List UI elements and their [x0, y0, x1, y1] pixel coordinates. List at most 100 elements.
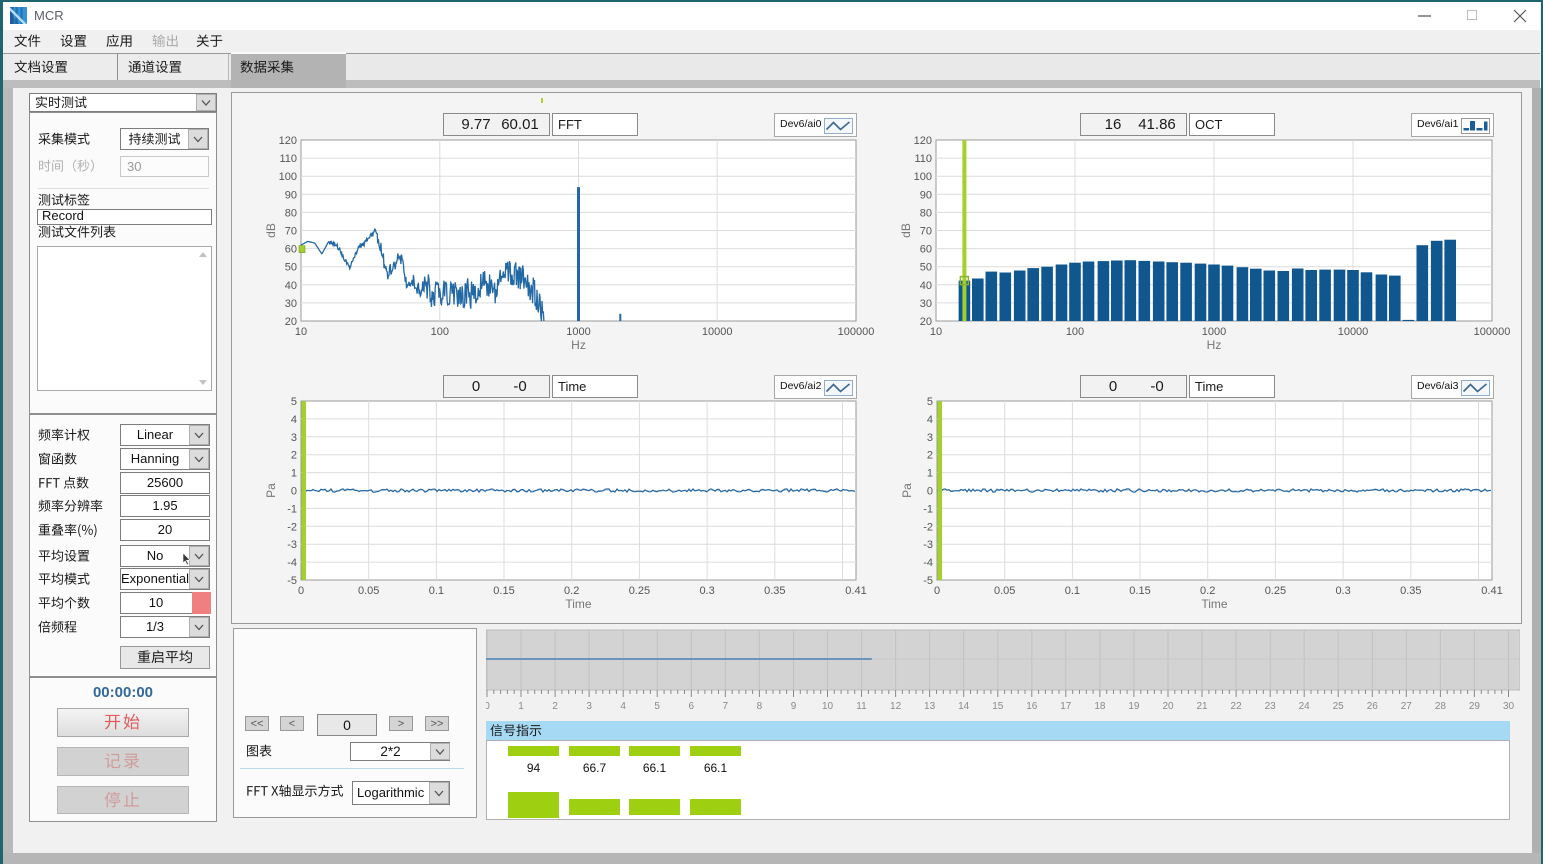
svg-text:0.41: 0.41 — [845, 585, 866, 597]
svg-text:9: 9 — [791, 701, 797, 712]
svg-text:4: 4 — [620, 701, 626, 712]
svg-text:10: 10 — [295, 326, 307, 338]
svg-text:Pa: Pa — [264, 483, 278, 498]
svg-text:80: 80 — [285, 207, 297, 219]
svg-text:1: 1 — [518, 701, 524, 712]
svg-text:-2: -2 — [287, 521, 297, 533]
svg-text:5: 5 — [654, 701, 660, 712]
svg-text:0.05: 0.05 — [358, 585, 379, 597]
svg-text:0.3: 0.3 — [699, 585, 714, 597]
svg-text:100000: 100000 — [1474, 326, 1511, 338]
svg-text:24: 24 — [1299, 701, 1311, 712]
svg-text:60: 60 — [285, 244, 297, 256]
svg-text:12: 12 — [890, 701, 902, 712]
svg-text:14: 14 — [958, 701, 970, 712]
svg-text:0: 0 — [934, 585, 940, 597]
svg-text:0.1: 0.1 — [429, 585, 444, 597]
svg-text:Time: Time — [1201, 597, 1228, 611]
svg-text:2: 2 — [927, 450, 933, 462]
svg-text:50: 50 — [920, 262, 932, 274]
svg-text:11: 11 — [856, 701, 867, 712]
svg-text:28: 28 — [1435, 701, 1447, 712]
svg-text:Hz: Hz — [571, 338, 586, 352]
svg-text:3: 3 — [291, 432, 297, 444]
svg-text:0.2: 0.2 — [564, 585, 579, 597]
svg-text:5: 5 — [291, 396, 297, 408]
svg-text:-3: -3 — [287, 539, 297, 551]
svg-text:0.25: 0.25 — [629, 585, 650, 597]
svg-text:0.41: 0.41 — [1481, 585, 1502, 597]
svg-text:50: 50 — [285, 262, 297, 274]
svg-text:80: 80 — [920, 207, 932, 219]
svg-text:100: 100 — [279, 171, 297, 183]
svg-text:3: 3 — [586, 701, 592, 712]
svg-text:100: 100 — [1066, 326, 1084, 338]
svg-text:1000: 1000 — [1202, 326, 1226, 338]
svg-text:-1: -1 — [287, 503, 297, 515]
svg-text:0.35: 0.35 — [1400, 585, 1421, 597]
svg-text:0.2: 0.2 — [1200, 585, 1215, 597]
svg-text:40: 40 — [920, 280, 932, 292]
svg-text:30: 30 — [1503, 701, 1515, 712]
svg-text:10: 10 — [822, 701, 834, 712]
svg-text:3: 3 — [927, 432, 933, 444]
svg-text:dB: dB — [899, 223, 913, 238]
svg-text:16: 16 — [1026, 701, 1038, 712]
svg-text:0: 0 — [486, 701, 490, 712]
svg-text:0.3: 0.3 — [1335, 585, 1350, 597]
svg-text:26: 26 — [1367, 701, 1379, 712]
svg-text:90: 90 — [285, 189, 297, 201]
svg-text:0.05: 0.05 — [994, 585, 1015, 597]
svg-text:0: 0 — [291, 486, 297, 498]
svg-text:1: 1 — [291, 468, 297, 480]
svg-text:100000: 100000 — [838, 326, 875, 338]
svg-text:0.25: 0.25 — [1265, 585, 1286, 597]
svg-text:dB: dB — [264, 223, 278, 238]
svg-text:-5: -5 — [923, 575, 933, 587]
svg-text:0.35: 0.35 — [764, 585, 785, 597]
svg-text:27: 27 — [1401, 701, 1413, 712]
svg-text:4: 4 — [291, 414, 297, 426]
svg-text:-4: -4 — [287, 557, 297, 569]
svg-text:0: 0 — [298, 585, 304, 597]
svg-text:7: 7 — [723, 701, 729, 712]
svg-text:70: 70 — [285, 226, 297, 238]
svg-text:110: 110 — [914, 153, 932, 165]
svg-text:13: 13 — [924, 701, 936, 712]
svg-text:4: 4 — [927, 414, 933, 426]
svg-text:1: 1 — [927, 468, 933, 480]
svg-text:18: 18 — [1094, 701, 1106, 712]
svg-text:0.15: 0.15 — [493, 585, 514, 597]
svg-text:120: 120 — [279, 135, 297, 147]
svg-text:-5: -5 — [287, 575, 297, 587]
svg-text:8: 8 — [757, 701, 763, 712]
svg-text:29: 29 — [1469, 701, 1481, 712]
svg-text:10000: 10000 — [702, 326, 733, 338]
svg-text:2: 2 — [291, 450, 297, 462]
svg-text:-4: -4 — [923, 557, 933, 569]
svg-text:6: 6 — [689, 701, 695, 712]
svg-text:1000: 1000 — [566, 326, 590, 338]
svg-text:110: 110 — [279, 153, 297, 165]
svg-text:60: 60 — [920, 244, 932, 256]
svg-text:120: 120 — [914, 135, 932, 147]
svg-text:-3: -3 — [923, 539, 933, 551]
svg-text:10: 10 — [930, 326, 942, 338]
svg-text:0: 0 — [927, 486, 933, 498]
svg-text:30: 30 — [920, 298, 932, 310]
svg-text:15: 15 — [992, 701, 1004, 712]
svg-text:22: 22 — [1231, 701, 1243, 712]
svg-text:Hz: Hz — [1207, 338, 1222, 352]
svg-text:Pa: Pa — [900, 483, 914, 498]
svg-text:30: 30 — [285, 298, 297, 310]
svg-text:70: 70 — [920, 226, 932, 238]
svg-text:0.15: 0.15 — [1129, 585, 1150, 597]
svg-text:40: 40 — [285, 280, 297, 292]
svg-text:0.1: 0.1 — [1065, 585, 1080, 597]
svg-text:19: 19 — [1128, 701, 1140, 712]
svg-text:20: 20 — [1162, 701, 1174, 712]
svg-text:25: 25 — [1333, 701, 1345, 712]
svg-text:2: 2 — [552, 701, 558, 712]
svg-text:23: 23 — [1265, 701, 1277, 712]
svg-text:100: 100 — [914, 171, 932, 183]
